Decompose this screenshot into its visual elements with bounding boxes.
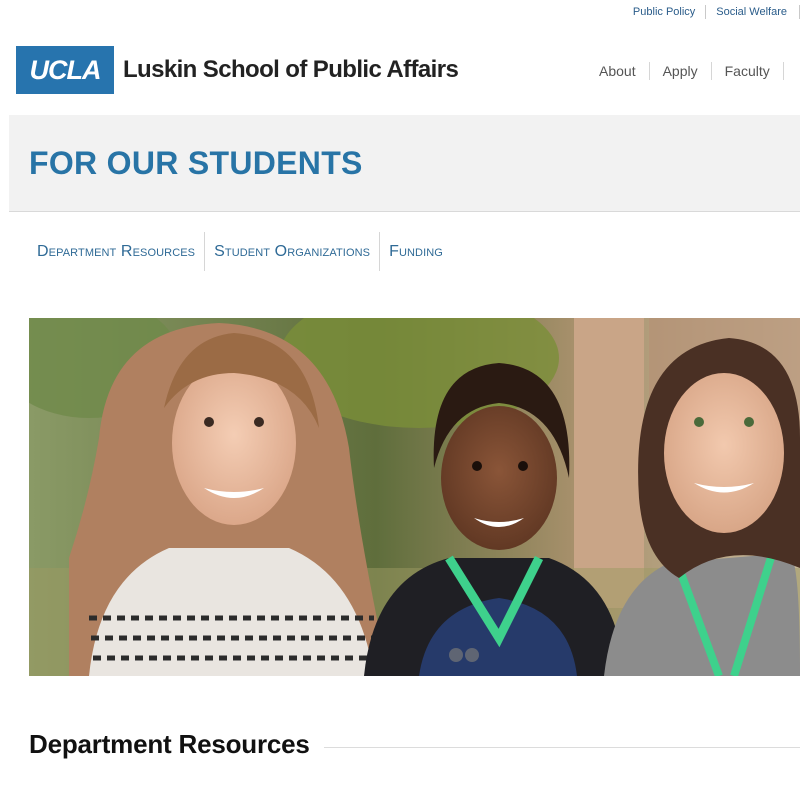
page-title: FOR OUR STUDENTS <box>29 145 363 181</box>
hero-carousel[interactable] <box>29 318 800 676</box>
carousel-dots <box>449 648 479 662</box>
section-title: Department Resources <box>29 728 310 759</box>
site-header: UCLA Luskin School of Public Affairs Abo… <box>16 46 800 94</box>
section-department-resources: Department Resources <box>29 726 800 762</box>
sub-nav: Department Resources Student Organizatio… <box>28 232 452 271</box>
ucla-logo[interactable]: UCLA <box>16 46 114 94</box>
sub-nav-student-organizations[interactable]: Student Organizations <box>205 232 381 271</box>
title-band: FOR OUR STUDENTS <box>9 115 800 212</box>
sub-nav-department-resources[interactable]: Department Resources <box>28 232 206 271</box>
hero-image <box>29 318 800 676</box>
main-nav: About Apply Faculty <box>599 62 784 80</box>
carousel-dot-2[interactable] <box>465 648 479 662</box>
utility-nav: Public Policy Social Welfare <box>633 4 800 20</box>
utility-link-social-welfare[interactable]: Social Welfare <box>706 5 800 19</box>
nav-faculty[interactable]: Faculty <box>712 62 784 80</box>
school-name[interactable]: Luskin School of Public Affairs <box>123 56 459 84</box>
section-divider <box>323 746 800 748</box>
nav-about[interactable]: About <box>599 62 650 80</box>
sub-nav-funding[interactable]: Funding <box>380 232 452 271</box>
carousel-dot-1[interactable] <box>449 648 463 662</box>
utility-link-public-policy[interactable]: Public Policy <box>633 5 707 19</box>
nav-apply[interactable]: Apply <box>650 62 712 80</box>
